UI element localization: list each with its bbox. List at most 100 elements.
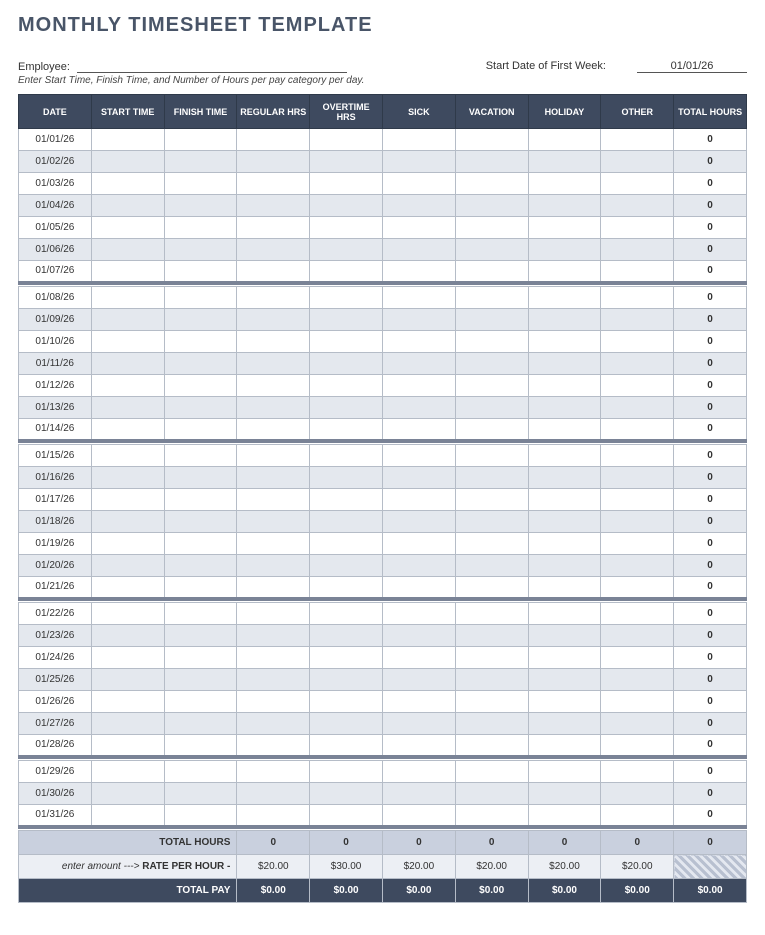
hours-cell[interactable]	[528, 625, 601, 647]
hours-cell[interactable]	[310, 489, 383, 511]
hours-cell[interactable]	[91, 445, 164, 467]
rate-cell[interactable]: $30.00	[310, 855, 383, 879]
hours-cell[interactable]	[310, 375, 383, 397]
hours-cell[interactable]	[528, 555, 601, 577]
hours-cell[interactable]	[455, 805, 528, 827]
hours-cell[interactable]	[91, 239, 164, 261]
hours-cell[interactable]	[91, 375, 164, 397]
hours-cell[interactable]	[601, 735, 674, 757]
hours-cell[interactable]	[310, 577, 383, 599]
hours-cell[interactable]	[601, 511, 674, 533]
hours-cell[interactable]	[601, 489, 674, 511]
hours-cell[interactable]	[310, 735, 383, 757]
hours-cell[interactable]	[528, 195, 601, 217]
hours-cell[interactable]	[455, 533, 528, 555]
hours-cell[interactable]	[601, 625, 674, 647]
hours-cell[interactable]	[91, 467, 164, 489]
hours-cell[interactable]	[528, 735, 601, 757]
hours-cell[interactable]	[91, 287, 164, 309]
hours-cell[interactable]	[91, 603, 164, 625]
hours-cell[interactable]	[528, 287, 601, 309]
hours-cell[interactable]	[455, 647, 528, 669]
hours-cell[interactable]	[528, 603, 601, 625]
hours-cell[interactable]	[310, 805, 383, 827]
hours-cell[interactable]	[91, 669, 164, 691]
hours-cell[interactable]	[237, 309, 310, 331]
hours-cell[interactable]	[237, 419, 310, 441]
rate-cell[interactable]: $20.00	[528, 855, 601, 879]
hours-cell[interactable]	[164, 445, 237, 467]
hours-cell[interactable]	[310, 713, 383, 735]
hours-cell[interactable]	[528, 217, 601, 239]
hours-cell[interactable]	[164, 805, 237, 827]
hours-cell[interactable]	[164, 309, 237, 331]
hours-cell[interactable]	[237, 783, 310, 805]
hours-cell[interactable]	[382, 533, 455, 555]
hours-cell[interactable]	[164, 555, 237, 577]
hours-cell[interactable]	[382, 555, 455, 577]
hours-cell[interactable]	[382, 713, 455, 735]
hours-cell[interactable]	[455, 397, 528, 419]
hours-cell[interactable]	[455, 261, 528, 283]
hours-cell[interactable]	[382, 129, 455, 151]
hours-cell[interactable]	[601, 261, 674, 283]
hours-cell[interactable]	[382, 467, 455, 489]
hours-cell[interactable]	[455, 445, 528, 467]
hours-cell[interactable]	[164, 375, 237, 397]
hours-cell[interactable]	[164, 217, 237, 239]
hours-cell[interactable]	[601, 397, 674, 419]
hours-cell[interactable]	[601, 445, 674, 467]
hours-cell[interactable]	[528, 669, 601, 691]
employee-field[interactable]	[77, 59, 347, 73]
hours-cell[interactable]	[601, 761, 674, 783]
hours-cell[interactable]	[237, 489, 310, 511]
hours-cell[interactable]	[164, 287, 237, 309]
hours-cell[interactable]	[382, 151, 455, 173]
hours-cell[interactable]	[164, 129, 237, 151]
hours-cell[interactable]	[237, 603, 310, 625]
hours-cell[interactable]	[237, 239, 310, 261]
hours-cell[interactable]	[601, 129, 674, 151]
hours-cell[interactable]	[310, 239, 383, 261]
hours-cell[interactable]	[164, 783, 237, 805]
hours-cell[interactable]	[91, 533, 164, 555]
hours-cell[interactable]	[455, 603, 528, 625]
hours-cell[interactable]	[455, 577, 528, 599]
hours-cell[interactable]	[237, 533, 310, 555]
hours-cell[interactable]	[601, 151, 674, 173]
hours-cell[interactable]	[601, 287, 674, 309]
hours-cell[interactable]	[455, 467, 528, 489]
hours-cell[interactable]	[91, 625, 164, 647]
hours-cell[interactable]	[455, 331, 528, 353]
hours-cell[interactable]	[164, 195, 237, 217]
hours-cell[interactable]	[528, 331, 601, 353]
hours-cell[interactable]	[382, 375, 455, 397]
hours-cell[interactable]	[310, 603, 383, 625]
hours-cell[interactable]	[164, 603, 237, 625]
hours-cell[interactable]	[164, 467, 237, 489]
hours-cell[interactable]	[237, 375, 310, 397]
hours-cell[interactable]	[528, 397, 601, 419]
hours-cell[interactable]	[528, 151, 601, 173]
hours-cell[interactable]	[237, 353, 310, 375]
hours-cell[interactable]	[164, 239, 237, 261]
hours-cell[interactable]	[601, 805, 674, 827]
hours-cell[interactable]	[91, 129, 164, 151]
hours-cell[interactable]	[91, 713, 164, 735]
hours-cell[interactable]	[237, 467, 310, 489]
hours-cell[interactable]	[310, 261, 383, 283]
hours-cell[interactable]	[382, 761, 455, 783]
hours-cell[interactable]	[382, 287, 455, 309]
hours-cell[interactable]	[528, 173, 601, 195]
hours-cell[interactable]	[528, 783, 601, 805]
hours-cell[interactable]	[455, 713, 528, 735]
hours-cell[interactable]	[455, 691, 528, 713]
hours-cell[interactable]	[528, 375, 601, 397]
hours-cell[interactable]	[601, 533, 674, 555]
hours-cell[interactable]	[455, 735, 528, 757]
hours-cell[interactable]	[382, 445, 455, 467]
hours-cell[interactable]	[164, 151, 237, 173]
hours-cell[interactable]	[455, 129, 528, 151]
hours-cell[interactable]	[310, 533, 383, 555]
hours-cell[interactable]	[310, 173, 383, 195]
